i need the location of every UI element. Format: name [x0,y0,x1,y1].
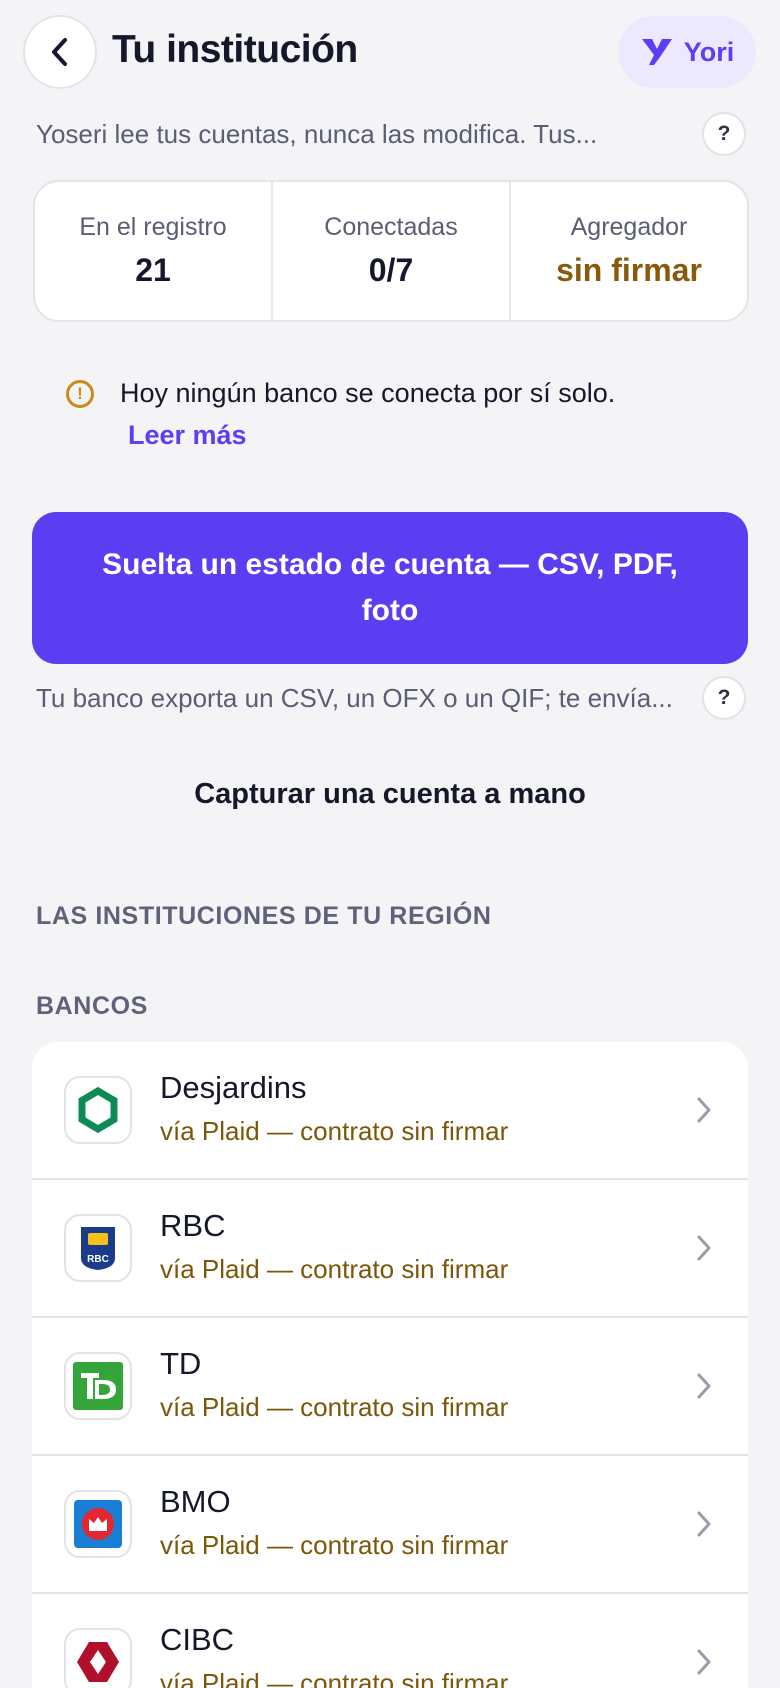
notice-text: Hoy ningún banco se conecta por sí solo. [120,378,616,408]
stat-label: Conectadas [324,213,458,241]
chevron-right-icon [697,1235,711,1261]
chevron-right-icon [697,1511,711,1537]
bank-list: Desjardins vía Plaid — contrato sin firm… [32,1042,748,1688]
bank-status: vía Plaid — contrato sin firmar [160,1392,509,1422]
bank-row-cibc[interactable]: CIBC vía Plaid — contrato sin firmar [32,1594,748,1688]
stat-registry: En el registro 21 [35,182,273,320]
bank-status: vía Plaid — contrato sin firmar [160,1530,509,1560]
region-section-title: LAS INSTITUCIONES DE TU REGIÓN [36,902,492,930]
bmo-logo-icon [64,1490,132,1558]
cibc-logo-icon [64,1628,132,1688]
stat-connected: Conectadas 0/7 [273,182,511,320]
header: Tu institución Yori [0,0,780,104]
bank-row-rbc[interactable]: RBC RBC vía Plaid — contrato sin firmar [32,1180,748,1318]
stat-value: 0/7 [368,252,414,288]
upload-hint-row: Tu banco exporta un CSV, un OFX o un QIF… [36,676,746,720]
institution-screen: Tu institución Yori Yoseri lee tus cuent… [0,0,780,1688]
chevron-right-icon [697,1649,711,1675]
stat-label: En el registro [79,213,227,241]
chevron-right-icon [697,1373,711,1399]
read-more-link[interactable]: Leer más [128,420,247,451]
chevron-left-icon [52,38,67,66]
desjardins-logo-icon [64,1076,132,1144]
bank-row-bmo[interactable]: BMO vía Plaid — contrato sin firmar [32,1456,748,1594]
brand-switcher[interactable]: Yori [618,16,756,88]
bank-name: Desjardins [160,1070,307,1105]
bank-row-desjardins[interactable]: Desjardins vía Plaid — contrato sin firm… [32,1042,748,1180]
bank-status: vía Plaid — contrato sin firmar [160,1668,509,1688]
svg-text:RBC: RBC [87,1254,109,1265]
upload-statement-button[interactable]: Suelta un estado de cuenta — CSV, PDF, f… [32,512,748,664]
td-logo-icon [64,1352,132,1420]
intro-text[interactable]: Yoseri lee tus cuentas, nunca las modifi… [36,119,597,150]
brand-name: Yori [683,36,735,67]
stats-card: En el registro 21 Conectadas 0/7 Agregad… [33,180,749,322]
stat-label: Agregador [570,213,688,241]
bank-status: vía Plaid — contrato sin firmar [160,1254,509,1284]
intro-row: Yoseri lee tus cuentas, nunca las modifi… [36,112,746,156]
back-button[interactable] [23,15,97,89]
manual-capture-button[interactable]: Capturar una cuenta a mano [0,778,780,811]
page-title: Tu institución [112,28,358,71]
banks-section-title: BANCOS [36,992,148,1020]
stat-value: sin firmar [556,252,702,288]
upload-statement-label: Suelta un estado de cuenta — CSV, PDF, f… [102,548,678,627]
upload-help-button[interactable]: ? [702,676,746,720]
rbc-logo-icon: RBC [64,1214,132,1282]
bank-row-td[interactable]: TD vía Plaid — contrato sin firmar [32,1318,748,1456]
stat-value: 21 [135,252,171,288]
bank-name: CIBC [160,1622,235,1657]
bank-name: RBC [160,1208,226,1243]
bank-name: TD [160,1346,202,1381]
intro-help-button[interactable]: ? [702,112,746,156]
stat-aggregator: Agregador sin firmar [511,182,747,320]
chevron-right-icon [697,1097,711,1123]
bank-name: BMO [160,1484,231,1519]
yori-logo-icon [641,39,672,65]
upload-hint-text[interactable]: Tu banco exporta un CSV, un OFX o un QIF… [36,683,673,714]
warning-circle-icon: ! [66,380,94,408]
bank-status: vía Plaid — contrato sin firmar [160,1116,509,1146]
